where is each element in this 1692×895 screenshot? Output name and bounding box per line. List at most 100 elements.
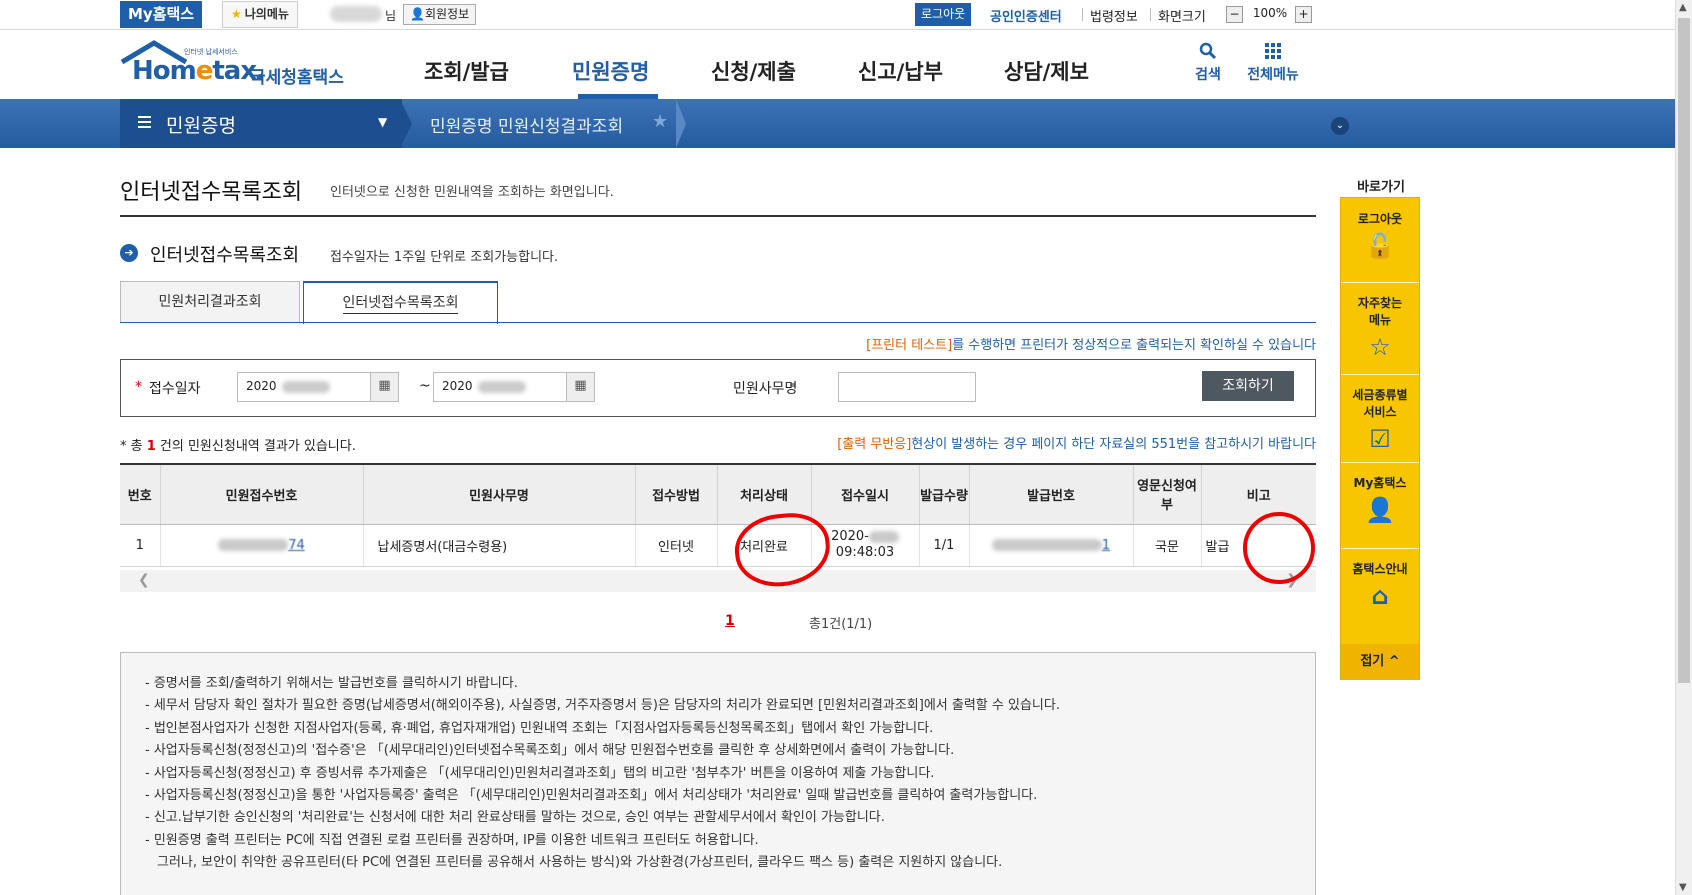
vertical-scrollbar[interactable]: ▲ ▼ <box>1675 0 1692 895</box>
tab-internet-receipt-list[interactable]: 인터넷접수목록조회 <box>303 281 498 324</box>
search-button[interactable]: 검색 <box>1188 42 1228 84</box>
cell-issue-no[interactable]: 1 <box>969 524 1134 567</box>
my-menu-button[interactable]: ★ 나의메뉴 <box>222 1 298 28</box>
output-no-response-notice: [출력 무반응]현상이 발생하는 경우 페이지 하단 자료실의 551번을 참고… <box>837 433 1316 452</box>
receipt-no-link[interactable]: 74 <box>288 538 305 553</box>
date-to-input[interactable]: 2020 ▦ <box>433 372 595 402</box>
quick-guide-label: 홈택스안내 <box>1352 562 1408 576</box>
calendar-icon[interactable]: ▦ <box>566 373 594 401</box>
cell-english: 국문 <box>1133 524 1202 567</box>
result-suffix: 건의 민원신청내역 결과가 있습니다. <box>159 439 356 454</box>
printer-test-text: 를 수행하면 프린터가 정상적으로 출력되는지 확인하실 수 있습니다 <box>952 338 1316 353</box>
table-header-row: 번호 민원접수번호 민원사무명 접수방법 처리상태 접수일시 발급수량 발급번호… <box>120 464 1316 525</box>
issue-no-redacted <box>991 539 1102 551</box>
page-total: 총1건(1/1) <box>809 617 873 632</box>
quick-menu: 로그아웃 🔓 자주찾는 메뉴 ☆ 세금종류별 서비스 ☑ My홈택스 👤 홈택스안내 ⌂ … <box>1340 197 1420 680</box>
date-from-input[interactable]: 2020 ▦ <box>237 372 399 402</box>
cell-receipt-no[interactable]: 74 <box>160 524 364 567</box>
caret-down-icon: ▼ <box>378 115 388 129</box>
col-header: 발급수량 <box>919 464 970 525</box>
printer-test-link[interactable]: [프린터 테스트] <box>866 338 952 353</box>
receipt-no-redacted <box>218 539 289 551</box>
table-horizontal-scrollbar[interactable]: ❮ ❯ <box>120 570 1316 592</box>
col-header: 접수일시 <box>811 464 920 525</box>
checkbox-icon: ☑ <box>1369 425 1391 453</box>
col-header: 접수방법 <box>635 464 718 525</box>
date-value: 2020- <box>831 529 869 544</box>
search-form: * 접수일자 2020 ▦ ~ 2020 ▦ 민원사무명 조회하기 <box>120 359 1316 417</box>
time-value: 09:48:03 <box>835 545 895 560</box>
breadcrumb-separator <box>676 99 686 148</box>
law-info-link[interactable]: 법령정보 <box>1090 6 1138 25</box>
result-number: 1 <box>146 439 156 454</box>
gnb-report-pay[interactable]: 신고/납부 <box>858 56 943 86</box>
star-outline-icon: ☆ <box>1369 333 1391 361</box>
office-name-input[interactable] <box>838 372 976 402</box>
guide-line: - 법인본점사업자가 신청한 지점사업자(등록, 휴·폐업, 휴업자재개업) 민… <box>145 720 934 736</box>
scroll-left-icon[interactable]: ❮ <box>138 572 150 588</box>
cell-method: 인터넷 <box>635 524 718 567</box>
inquiry-button[interactable]: 조회하기 <box>1202 371 1294 401</box>
calendar-icon[interactable]: ▦ <box>370 373 398 401</box>
output-notice-text: 현상이 발생하는 경우 페이지 하단 자료실의 551번을 참고하시기 바랍니다 <box>911 437 1316 452</box>
breadcrumb-path: 민원증명 민원신청결과조회 <box>430 117 624 137</box>
issue-no-link[interactable]: 1 <box>1102 538 1110 553</box>
guide-line: - 증명서를 조회/출력하기 위해서는 발급번호를 클릭하시기 바랍니다. <box>145 676 518 691</box>
table-row: 1 74 납세증명서(대금수령용) 인터넷 처리완료 2020- 09:48:03… <box>120 524 1316 567</box>
all-menu-button[interactable]: 전체메뉴 <box>1238 42 1308 84</box>
quick-fold-button[interactable]: 접기 ^ <box>1341 644 1419 680</box>
zoom-in-button[interactable]: + <box>1295 6 1312 23</box>
cert-center-link[interactable]: 공인인증센터 <box>990 6 1062 25</box>
scroll-thumb[interactable] <box>1678 18 1690 683</box>
required-mark: * <box>135 379 142 395</box>
gnb-apply-submit[interactable]: 신청/제출 <box>711 56 796 86</box>
my-hometax-link[interactable]: My홈택스 <box>120 1 203 28</box>
date-from-value: 2020 <box>246 379 277 393</box>
red-annotation-circle <box>1243 512 1315 584</box>
favorite-star-icon[interactable]: ★ <box>652 111 668 132</box>
gnb-civil-certificate[interactable]: 민원증명 <box>572 56 649 86</box>
date-range-tilde: ~ <box>419 378 431 394</box>
quick-tax-type-service[interactable]: 세금종류별 서비스 ☑ <box>1341 386 1419 452</box>
zoom-out-button[interactable]: − <box>1226 6 1243 23</box>
search-icon <box>1199 42 1217 60</box>
quick-hometax-guide[interactable]: 홈택스안내 ⌂ <box>1341 560 1419 609</box>
scroll-up-icon[interactable]: ▲ <box>1679 2 1687 13</box>
hometax-logo[interactable]: 인터넷 납세서비스 Hometax. 국세청홈택스 <box>120 40 350 88</box>
all-menu-label: 전체메뉴 <box>1247 67 1299 83</box>
guide-line: - 세무서 담당자 확인 절차가 필요한 증명(납세증명서(해외이주용), 사실… <box>145 698 1060 714</box>
gnb-consult-report[interactable]: 상담/제보 <box>1004 56 1089 86</box>
logo-wordmark-e: e <box>195 56 214 86</box>
col-header: 민원접수번호 <box>160 464 364 525</box>
location-title: 민원증명 <box>166 115 236 137</box>
tab-processing-result[interactable]: 민원처리결과조회 <box>120 281 300 323</box>
top-utility-bar: My홈택스 ★ 나의메뉴 님 👤회원정보 로그아웃 공인인증센터 법령정보 화면크… <box>0 0 1675 30</box>
quick-logout[interactable]: 로그아웃 🔓 <box>1341 210 1419 259</box>
scroll-down-icon[interactable]: ▼ <box>1679 882 1687 893</box>
office-name-label: 민원사무명 <box>733 381 798 397</box>
section-title: 인터넷접수목록조회 <box>150 245 300 266</box>
member-info-label: 회원정보 <box>424 7 470 21</box>
quick-menu-title: 바로가기 <box>1357 180 1405 195</box>
page-number-link[interactable]: 1 <box>725 613 735 629</box>
date-to-value: 2020 <box>442 379 473 393</box>
gnb-inquiry-issue[interactable]: 조회/발급 <box>424 56 509 86</box>
logout-button[interactable]: 로그아웃 <box>915 3 972 26</box>
member-info-button[interactable]: 👤회원정보 <box>403 4 477 25</box>
page-description: 인터넷으로 신청한 민원내역을 조회하는 화면입니다. <box>330 185 614 200</box>
quick-tax-type-label: 세금종류별 서비스 <box>1352 388 1408 419</box>
tab-label: 인터넷접수목록조회 <box>342 295 459 314</box>
logo-wordmark-a: Hom <box>132 56 197 86</box>
location-bar: 민원증명 ▼ 민원증명 민원신청결과조회 ★ <box>0 99 1675 148</box>
quick-favorites[interactable]: 자주찾는 메뉴 ☆ <box>1341 294 1419 360</box>
username-redacted <box>330 6 382 22</box>
home-icon: ⌂ <box>1371 582 1389 610</box>
location-menu-dropdown[interactable]: 민원증명 ▼ <box>120 99 402 148</box>
location-expand-icon[interactable]: ⌄ <box>1331 117 1349 135</box>
search-label: 검색 <box>1195 67 1221 83</box>
col-header: 비고 <box>1201 464 1316 525</box>
arrow-circle-icon: ➔ <box>120 244 138 262</box>
quick-my-hometax[interactable]: My홈택스 👤 <box>1341 474 1419 523</box>
divider <box>1150 8 1151 21</box>
divider <box>1341 462 1419 463</box>
